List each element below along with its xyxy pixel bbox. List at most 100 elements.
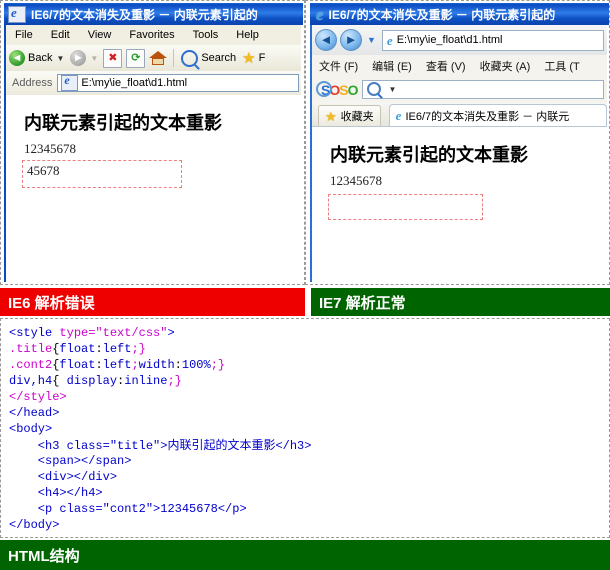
code-token: : xyxy=(95,342,103,356)
star-icon: ★ xyxy=(325,108,337,124)
ie6-window-title: IE6/7的文本消失及重影 － 内联元素引起的 xyxy=(31,7,258,22)
back-button[interactable]: ◄ xyxy=(315,29,337,51)
search-icon xyxy=(367,82,382,96)
browser-tab[interactable]: e IE6/7的文本消失及重影 － 内联元 xyxy=(388,104,607,126)
search-button[interactable]: Search xyxy=(178,47,239,69)
address-label: Address xyxy=(12,77,53,89)
code-token: 100% xyxy=(181,358,211,372)
favorites-button[interactable]: ★ F xyxy=(239,47,268,69)
address-value: E:\my\ie_float\d1.html xyxy=(81,77,188,89)
menu-item-tools[interactable]: 工具 (T xyxy=(537,58,586,74)
stop-icon: ✖ xyxy=(108,51,118,64)
code-token: <h4></h4> xyxy=(9,486,103,500)
page-number-text: 12345678 xyxy=(330,173,382,188)
code-line: <div></div> xyxy=(9,469,603,485)
code-token: </body> xyxy=(9,518,60,532)
menu-item-help[interactable]: Help xyxy=(227,28,268,42)
code-line: <style type="text/css"> xyxy=(9,325,603,341)
menu-item-edit[interactable]: Edit xyxy=(42,28,79,42)
code-token: <span></span> xyxy=(9,454,132,468)
forward-button[interactable]: ► xyxy=(340,29,362,51)
code-token: .title xyxy=(9,342,53,356)
ie6-browser-window: IE6/7的文本消失及重影 － 内联元素引起的 File Edit View F… xyxy=(0,0,305,285)
code-token: <style xyxy=(9,326,60,340)
menu-item-view[interactable]: View xyxy=(79,28,121,42)
search-input[interactable]: ▼ xyxy=(362,79,604,99)
html-structure-banner: HTML结构 xyxy=(0,540,610,570)
code-token: 12345678 xyxy=(160,502,218,516)
code-token: ; xyxy=(131,358,139,372)
search-provider-dropdown-icon[interactable]: ▼ xyxy=(388,85,396,94)
ie7-search-bar: SOSO ▼ xyxy=(312,76,607,103)
forward-arrow-icon: ► xyxy=(344,32,358,47)
menu-item-file[interactable]: 文件 (F) xyxy=(312,58,365,74)
code-token: float xyxy=(59,358,96,372)
code-token: <body> xyxy=(9,422,53,436)
refresh-icon: ⟳ xyxy=(131,51,141,64)
code-line: div,h4{ display:inline;} xyxy=(9,373,603,389)
home-button[interactable] xyxy=(149,50,168,66)
code-token: float xyxy=(59,342,96,356)
menu-item-favorites[interactable]: Favorites xyxy=(120,28,183,42)
back-arrow-icon: ◄ xyxy=(9,50,25,66)
screenshot-root: IE6/7的文本消失及重影 － 内联元素引起的 File Edit View F… xyxy=(0,0,610,570)
code-token: class="cont2" xyxy=(59,502,154,516)
forward-dropdown-icon: ▼ xyxy=(90,53,99,63)
ie6-title-bar[interactable]: IE6/7的文本消失及重影 － 内联元素引起的 xyxy=(4,3,303,25)
code-line: <body> xyxy=(9,421,603,437)
page-heading: 内联元素引起的文本重影 xyxy=(24,113,222,133)
back-dropdown-icon[interactable]: ▼ xyxy=(56,54,64,63)
code-token: </head> xyxy=(9,406,60,420)
code-token: class="title" xyxy=(66,439,161,453)
ie7-title-bar[interactable]: e IE6/7的文本消失及重影 － 内联元素引起的 xyxy=(310,3,609,25)
ie6-page-content: 内联元素引起的文本重影 12345678 45678 xyxy=(6,95,301,282)
favorites-center-button[interactable]: ★ 收藏夹 xyxy=(318,105,381,126)
ie-page-icon xyxy=(61,73,79,91)
code-line: .cont2{float:left;width:100%;} xyxy=(9,357,603,373)
code-token: <h3 xyxy=(9,439,67,453)
forward-button[interactable]: ► ▼ xyxy=(67,47,101,69)
stop-button[interactable]: ✖ xyxy=(103,48,123,68)
tab-label: IE6/7的文本消失及重影 － 内联元 xyxy=(405,110,570,123)
code-token: width xyxy=(138,358,175,372)
refresh-button[interactable]: ⟳ xyxy=(126,48,146,68)
code-token: type="text/css" xyxy=(59,326,168,340)
ie7-status-label: IE7 解析正常 xyxy=(319,294,406,312)
code-token: 内联引起的文本重影 xyxy=(167,438,276,452)
code-token: : xyxy=(95,358,103,372)
code-token: : xyxy=(174,358,182,372)
menu-item-favorites[interactable]: 收藏夹 (A) xyxy=(473,58,538,74)
code-line: <p class="cont2">12345678</p> xyxy=(9,501,603,517)
ie7-menu-bar: 文件 (F) 编辑 (E) 查看 (V) 收藏夹 (A) 工具 (T xyxy=(312,55,607,77)
address-value: E:\my\ie_float\d1.html xyxy=(396,34,503,46)
soso-logo-icon[interactable]: SOSO xyxy=(316,80,358,98)
recent-pages-dropdown-icon[interactable]: ▼ xyxy=(367,35,376,45)
source-code-block: <style type="text/css"> .title{float:left… xyxy=(9,325,603,533)
menu-item-tools[interactable]: Tools xyxy=(184,28,228,42)
ie-logo-icon: e xyxy=(316,4,324,24)
ie6-address-bar: Address E:\my\ie_float\d1.html xyxy=(6,71,301,96)
ie-logo-icon: e xyxy=(395,108,402,123)
code-line: <h4></h4> xyxy=(9,485,603,501)
code-token: left xyxy=(102,358,132,372)
ie7-navigation-bar: ◄ ► ▼ e E:\my\ie_float\d1.html xyxy=(312,25,607,55)
menu-item-edit[interactable]: 编辑 (E) xyxy=(365,58,419,74)
ie7-browser-window: e IE6/7的文本消失及重影 － 内联元素引起的 ◄ ► ▼ e E:\my\… xyxy=(305,0,610,285)
code-token: { xyxy=(52,374,67,388)
home-icon xyxy=(149,51,168,58)
html-source-panel: <style type="text/css"> .title{float:left… xyxy=(0,318,610,538)
code-token: > xyxy=(167,326,175,340)
address-input[interactable]: E:\my\ie_float\d1.html xyxy=(57,73,299,92)
menu-item-file[interactable]: File xyxy=(6,28,42,42)
favorites-button-label: F xyxy=(258,52,266,64)
back-button[interactable]: ◄ Back ▼ xyxy=(6,47,67,69)
forward-arrow-icon: ► xyxy=(70,50,87,66)
address-input[interactable]: e E:\my\ie_float\d1.html xyxy=(381,29,604,51)
ie7-favorites-bar: ★ 收藏夹 e IE6/7的文本消失及重影 － 内联元 xyxy=(312,102,607,126)
menu-item-view[interactable]: 查看 (V) xyxy=(419,58,473,74)
code-line: .title{float:left;} xyxy=(9,341,603,357)
page-heading: 内联元素引起的文本重影 xyxy=(330,145,528,165)
code-token: display xyxy=(66,374,118,388)
ie6-status-banner: IE6 解析错误 xyxy=(0,288,305,316)
page-dashed-box: 45678 xyxy=(22,160,182,188)
